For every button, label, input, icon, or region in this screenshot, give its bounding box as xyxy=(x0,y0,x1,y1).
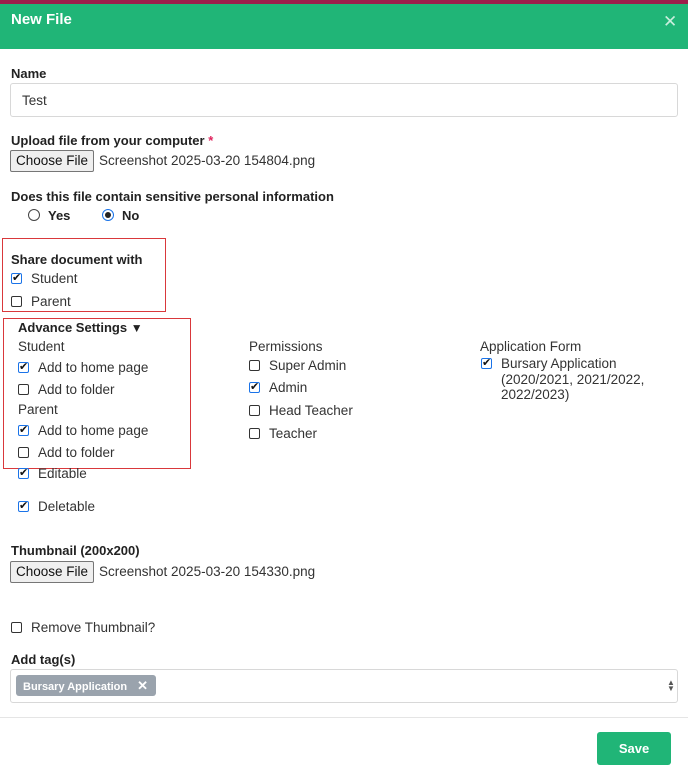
permissions-heading: Permissions xyxy=(249,339,323,354)
thumbnail-filename: Screenshot 2025-03-20 154330.png xyxy=(99,564,316,579)
share-parent-label: Parent xyxy=(31,294,71,309)
parent-folder-checkbox[interactable] xyxy=(18,447,29,458)
sensitive-question: Does this file contain sensitive persona… xyxy=(11,189,334,204)
editable-checkbox[interactable] xyxy=(18,466,29,480)
dialog-title: New File xyxy=(11,11,72,28)
close-icon[interactable]: ✕ xyxy=(663,13,677,30)
student-home-page-label: Add to home page xyxy=(38,360,149,375)
sensitive-yes-radio[interactable] xyxy=(28,209,40,221)
student-folder-label: Add to folder xyxy=(38,382,115,397)
bursary-application-line3: 2022/2023) xyxy=(501,387,570,402)
tag-chip-label: Bursary Application xyxy=(23,681,128,693)
editable-label: Editable xyxy=(38,466,87,481)
super-admin-checkbox[interactable] xyxy=(249,360,260,371)
required-mark: * xyxy=(208,133,214,148)
teacher-checkbox[interactable] xyxy=(249,428,260,439)
admin-label: Admin xyxy=(269,380,308,395)
head-teacher-label: Head Teacher xyxy=(269,403,353,418)
upload-choose-file-button[interactable]: Choose File xyxy=(10,150,95,172)
sensitive-no-radio[interactable] xyxy=(102,209,114,221)
student-folder-checkbox[interactable] xyxy=(18,384,29,395)
select-arrows-icon[interactable]: ▲ ▼ xyxy=(667,679,675,693)
footer-divider xyxy=(0,717,688,718)
share-highlight-box xyxy=(2,238,166,312)
share-student-label: Student xyxy=(31,271,78,286)
remove-thumbnail-checkbox[interactable] xyxy=(11,622,22,633)
parent-home-page-checkbox[interactable] xyxy=(18,423,29,437)
application-form-heading: Application Form xyxy=(480,339,582,354)
super-admin-label: Super Admin xyxy=(269,358,347,373)
thumbnail-choose-file-button[interactable]: Choose File xyxy=(10,561,95,583)
advance-settings-label: Advance Settings xyxy=(18,320,128,335)
thumbnail-label: Thumbnail (200x200) xyxy=(11,543,140,558)
parent-home-page-label: Add to home page xyxy=(38,423,149,438)
dialog-header: New File ✕ xyxy=(0,4,688,49)
tags-label: Add tag(s) xyxy=(11,652,76,667)
remove-tag-icon[interactable]: ✕ xyxy=(137,678,148,693)
name-label: Name xyxy=(11,66,47,81)
sensitive-yes-label: Yes xyxy=(48,208,71,223)
upload-label-text: Upload file from your computer xyxy=(11,133,205,148)
upload-label: Upload file from your computer * xyxy=(11,133,213,148)
deletable-checkbox[interactable] xyxy=(18,499,29,513)
share-title: Share document with xyxy=(11,252,143,267)
student-home-page-checkbox[interactable] xyxy=(18,360,29,374)
upload-filename: Screenshot 2025-03-20 154804.png xyxy=(99,153,316,168)
save-button[interactable]: Save xyxy=(597,732,671,765)
deletable-label: Deletable xyxy=(38,499,96,514)
sensitive-no-label: No xyxy=(122,208,140,223)
remove-thumbnail-label: Remove Thumbnail? xyxy=(31,620,156,635)
bursary-application-line1: Bursary Application xyxy=(501,356,617,371)
name-input[interactable]: Test xyxy=(10,83,678,117)
advance-student-heading: Student xyxy=(18,339,65,354)
admin-checkbox[interactable] xyxy=(249,380,260,394)
name-input-value: Test xyxy=(22,93,47,108)
teacher-label: Teacher xyxy=(269,426,318,441)
parent-folder-label: Add to folder xyxy=(38,445,115,460)
advance-settings-title[interactable]: Advance Settings ▼ xyxy=(18,320,143,335)
tag-chip: Bursary Application ✕ xyxy=(16,675,157,696)
triangle-down-icon: ▼ xyxy=(130,321,143,335)
share-student-checkbox[interactable] xyxy=(11,271,22,285)
share-parent-checkbox[interactable] xyxy=(11,296,22,307)
head-teacher-checkbox[interactable] xyxy=(249,405,260,416)
bursary-application-checkbox[interactable] xyxy=(481,356,492,370)
bursary-application-line2: (2020/2021, 2021/2022, xyxy=(501,372,645,387)
advance-parent-heading: Parent xyxy=(18,402,58,417)
